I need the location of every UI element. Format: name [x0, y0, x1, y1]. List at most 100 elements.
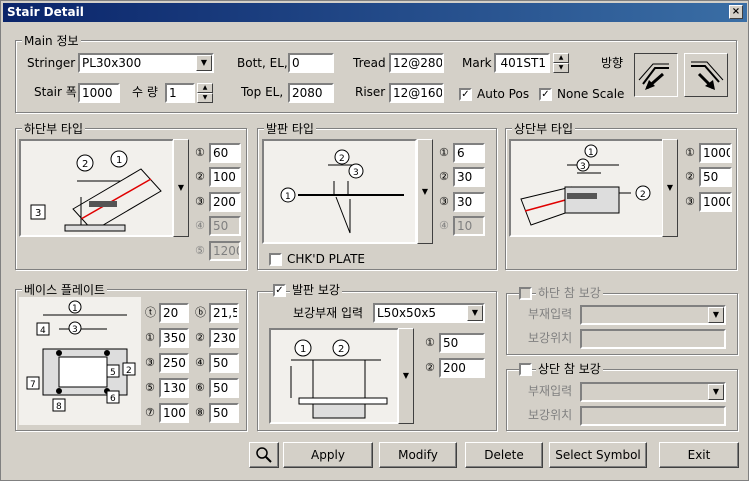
apply-button[interactable]: Apply	[283, 442, 373, 468]
upper-landing-checkbox[interactable]	[519, 363, 532, 376]
diagram-label-6: 6	[110, 394, 116, 404]
lower-n4: ④	[195, 219, 205, 232]
bott-el-input[interactable]: 0	[288, 53, 334, 73]
spin-up-icon[interactable]: ▲	[553, 53, 569, 63]
close-button[interactable]: ×	[729, 5, 743, 19]
stringer-value: PL30x300	[82, 56, 142, 70]
base-input-8[interactable]: 50	[209, 403, 239, 423]
base-input-5[interactable]: 130	[159, 378, 189, 398]
qty-input[interactable]: 1	[165, 83, 195, 103]
none-scale-checkbox[interactable]: ✓	[539, 88, 552, 101]
mark-spinner[interactable]: ▲ ▼	[553, 53, 569, 73]
modify-button[interactable]: Modify	[379, 442, 457, 468]
upper-landing-member-label: 부재입력	[528, 384, 573, 398]
base-input-6[interactable]: 50	[209, 378, 239, 398]
stair-width-label: Stair 폭	[34, 85, 77, 99]
upper-input-2[interactable]: 50	[699, 167, 732, 187]
base-input-3[interactable]: 250	[159, 353, 189, 373]
lower-landing-title: 하단 참 보강	[536, 284, 603, 302]
base-input-1[interactable]: 350	[159, 328, 189, 348]
stair-detail-window: Stair Detail × Main 정보 Stringer PL30x300…	[0, 0, 749, 481]
chevron-down-icon[interactable]: ▼	[467, 305, 483, 321]
mark-input[interactable]: 401ST1	[494, 53, 550, 73]
lower-input-3[interactable]: 200	[209, 192, 241, 212]
none-scale-label: None Scale	[557, 87, 625, 101]
spin-down-icon[interactable]: ▼	[197, 93, 213, 103]
main-info-group: Main 정보	[15, 32, 737, 113]
upper-landing-title: 상단 참 보강	[536, 360, 603, 378]
mark-label: Mark	[462, 56, 492, 70]
select-symbol-button[interactable]: Select Symbol	[549, 442, 647, 468]
reinf-member-value: L50x50x5	[377, 306, 437, 320]
chkd-plate-checkbox[interactable]	[269, 253, 282, 266]
chevron-down-icon[interactable]: ▼	[196, 55, 212, 71]
base-input-7[interactable]: 100	[159, 403, 189, 423]
tread-reinf-checkbox[interactable]: ✓	[273, 284, 286, 297]
base-input-b[interactable]: 21,5	[209, 303, 239, 323]
lower-type-title: 하단부 타입	[22, 120, 86, 137]
delete-button[interactable]: Delete	[465, 442, 543, 468]
chkd-plate-label: CHK'D PLATE	[287, 252, 366, 266]
spin-down-icon[interactable]: ▼	[553, 63, 569, 73]
base-nt: ⓣ	[145, 306, 156, 319]
tread-input-4: 10	[453, 216, 485, 236]
zoom-button[interactable]	[249, 442, 279, 468]
base-n5: ⑤	[145, 381, 155, 394]
diagram-label-2: 2	[82, 159, 88, 170]
stair-width-input[interactable]: 1000	[78, 83, 120, 103]
base-input-2[interactable]: 230	[209, 328, 239, 348]
chevron-down-icon: ▼	[708, 384, 724, 400]
reinf-dropdown[interactable]: ▼	[398, 328, 414, 424]
lower-connection-drawing: 2 1 3	[21, 141, 172, 235]
tread-input-1[interactable]: 6	[453, 143, 485, 163]
stair-down-arrow-icon	[691, 61, 724, 90]
lower-type-dropdown[interactable]: ▼	[173, 139, 189, 237]
reinf-member-select[interactable]: L50x50x5 ▼	[373, 303, 485, 323]
magnifier-icon	[256, 447, 272, 463]
lower-input-1[interactable]: 60	[209, 143, 241, 163]
tread-drawing: 2 3 1	[264, 141, 415, 242]
qty-spinner[interactable]: ▲ ▼	[197, 83, 213, 103]
reinf-input-1[interactable]: 50	[439, 333, 485, 353]
upper-input-3[interactable]: 1000	[699, 192, 732, 212]
upper-connection-drawing: 1 3 2	[511, 141, 662, 235]
exit-button[interactable]: Exit	[659, 442, 739, 468]
stair-up-arrow-icon	[638, 63, 669, 90]
diagram-label-1: 1	[588, 148, 594, 158]
lower-landing-pos-input	[580, 329, 726, 349]
tread-n3: ③	[439, 195, 449, 208]
base-input-4[interactable]: 50	[209, 353, 239, 373]
lower-n2: ②	[195, 170, 205, 183]
upper-input-1[interactable]: 1000	[699, 143, 732, 163]
diagram-label-1: 1	[72, 304, 78, 314]
direction-down-button[interactable]	[684, 53, 728, 97]
tread-type-dropdown[interactable]: ▼	[417, 139, 433, 244]
tread-n1: ①	[439, 146, 449, 159]
tread-input-2[interactable]: 30	[453, 167, 485, 187]
lower-input-5: 1200	[209, 241, 241, 261]
stringer-label: Stringer	[27, 56, 76, 70]
lower-input-2[interactable]: 100	[209, 167, 241, 187]
riser-input[interactable]: 12@160	[389, 83, 444, 103]
upper-type-title: 상단부 타입	[512, 120, 576, 137]
upper-type-dropdown[interactable]: ▼	[662, 139, 678, 237]
tread-type-title: 발판 타입	[264, 120, 316, 137]
upper-n2: ②	[685, 170, 695, 183]
top-el-input[interactable]: 2080	[288, 83, 334, 103]
base-input-t[interactable]: 20	[159, 303, 189, 323]
window-title: Stair Detail	[7, 5, 84, 19]
stringer-select[interactable]: PL30x300 ▼	[78, 53, 214, 73]
upper-n3: ③	[685, 195, 695, 208]
spin-up-icon[interactable]: ▲	[197, 83, 213, 93]
tread-input[interactable]: 12@280	[389, 53, 444, 73]
base-n4: ④	[195, 356, 205, 369]
direction-up-button[interactable]	[634, 53, 678, 97]
auto-pos-checkbox[interactable]: ✓	[459, 88, 472, 101]
upper-landing-pos-input	[580, 406, 726, 426]
lower-landing-checkbox[interactable]	[519, 287, 532, 300]
tread-n2: ②	[439, 170, 449, 183]
bott-el-label: Bott, EL,	[237, 56, 288, 70]
reinf-diagram: 1 2	[269, 328, 399, 424]
reinf-input-2[interactable]: 200	[439, 358, 485, 378]
tread-input-3[interactable]: 30	[453, 192, 485, 212]
